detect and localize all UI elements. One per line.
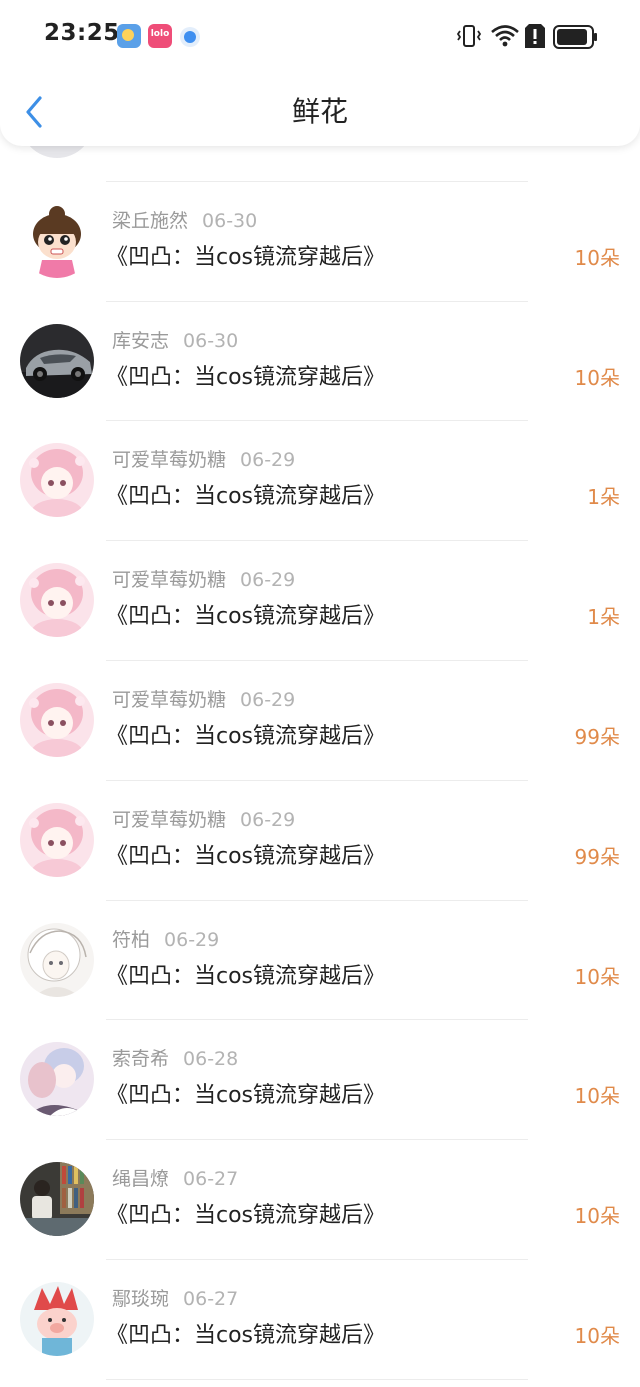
vibrate-icon <box>456 25 482 47</box>
wifi-icon <box>491 25 519 47</box>
avatar[interactable] <box>20 563 94 638</box>
flower-amount: 10朵 <box>574 1323 620 1348</box>
sender-name: 库安志 <box>112 329 170 352</box>
sender-name: 梁丘施然 <box>112 209 189 232</box>
avatar[interactable] <box>20 802 94 877</box>
book-title: 《凹凸：当cos镜流穿越后》 <box>106 364 386 390</box>
gift-date: 06-27 <box>183 1168 239 1191</box>
book-title: 《凹凸：当cos镜流穿越后》 <box>106 1322 386 1348</box>
flower-amount: 99朵 <box>574 724 620 749</box>
flower-amount: 10朵 <box>574 964 620 989</box>
pink-app-icon: lolo <box>148 24 172 48</box>
sender-name: 可爱草莓奶糖 <box>112 688 227 711</box>
sender-name: 绳昌燎 <box>112 1168 170 1191</box>
sender-line: 库安志 06-30 <box>112 326 238 353</box>
avatar[interactable] <box>20 443 94 518</box>
avatar[interactable] <box>20 682 94 757</box>
flower-amount: 10朵 <box>574 1084 620 1109</box>
avatar[interactable] <box>20 1281 94 1356</box>
gift-date: 06-29 <box>240 808 296 831</box>
flower-amount: 99朵 <box>574 844 620 869</box>
avatar[interactable] <box>20 323 94 398</box>
header: 23:25 lolo 鲜花 <box>0 0 640 146</box>
avatar[interactable] <box>20 1042 94 1117</box>
flower-amount: 1朵 <box>587 485 620 510</box>
book-title: 《凹凸：当cos镜流穿越后》 <box>106 604 386 630</box>
gift-date: 06-29 <box>240 688 296 711</box>
alert-icon <box>525 24 545 48</box>
book-title: 《凹凸：当cos镜流穿越后》 <box>106 1203 386 1229</box>
avatar[interactable] <box>20 1162 94 1237</box>
book-title: 《凹凸：当cos镜流穿越后》 <box>106 843 386 869</box>
avatar[interactable] <box>20 203 94 278</box>
sender-line: 梁丘施然 06-30 <box>112 206 257 233</box>
divider <box>106 1378 528 1380</box>
sender-line: 可爱草莓奶糖 06-29 <box>112 805 295 832</box>
page-title: 鲜花 <box>291 95 348 128</box>
book-title: 《凹凸：当cos镜流穿越后》 <box>106 244 386 270</box>
list-item[interactable]: 索奇希 06-28 《凹凸：当cos镜流穿越后》 10朵 <box>0 1020 640 1141</box>
gift-date: 06-28 <box>183 1048 239 1071</box>
sender-line: 鄢琰琬 06-27 <box>112 1284 238 1311</box>
gift-date: 06-30 <box>183 329 239 352</box>
sender-name: 可爱草莓奶糖 <box>112 569 227 592</box>
list-item[interactable]: 可爱草莓奶糖 06-29 《凹凸：当cos镜流穿越后》 1朵 <box>0 541 640 661</box>
sender-name: 可爱草莓奶糖 <box>112 808 227 831</box>
sender-line: 绳昌燎 06-27 <box>112 1164 238 1191</box>
gift-date: 06-29 <box>240 449 296 472</box>
browser-app-icon <box>180 27 200 47</box>
weather-app-icon <box>117 24 141 48</box>
sender-name: 符柏 <box>112 928 151 951</box>
screen: 《凹凸：当cos镜流穿越后》 <box>0 0 640 1387</box>
list-item[interactable]: 符柏 06-29 《凹凸：当cos镜流穿越后》 10朵 <box>0 901 640 1021</box>
book-title: 《凹凸：当cos镜流穿越后》 <box>106 1083 386 1109</box>
sender-name: 鄢琰琬 <box>112 1287 170 1310</box>
gift-date: 06-27 <box>183 1287 239 1310</box>
flower-amount: 10朵 <box>574 1204 620 1229</box>
sender-line: 可爱草莓奶糖 06-29 <box>112 445 295 472</box>
sender-line: 可爱草莓奶糖 06-29 <box>112 565 295 592</box>
battery-icon <box>553 25 597 49</box>
list-item[interactable]: 库安志 06-30 《凹凸：当cos镜流穿越后》 10朵 <box>0 302 640 422</box>
flower-amount: 1朵 <box>587 605 620 630</box>
avatar[interactable] <box>20 922 94 997</box>
gift-date: 06-29 <box>164 928 220 951</box>
gift-date: 06-29 <box>240 569 296 592</box>
list-item[interactable]: 可爱草莓奶糖 06-29 《凹凸：当cos镜流穿越后》 99朵 <box>0 781 640 901</box>
list-item[interactable]: 可爱草莓奶糖 06-29 《凹凸：当cos镜流穿越后》 99朵 <box>0 661 640 781</box>
flower-amount: 10朵 <box>574 365 620 390</box>
book-title: 《凹凸：当cos镜流穿越后》 <box>106 963 386 989</box>
sender-line: 符柏 06-29 <box>112 925 219 952</box>
flower-amount: 10朵 <box>574 245 620 270</box>
gift-list[interactable]: 《凹凸：当cos镜流穿越后》 <box>0 62 640 1380</box>
list-item[interactable]: 鄢琰琬 06-27 《凹凸：当cos镜流穿越后》 10朵 <box>0 1260 640 1380</box>
pink-app-label: lolo <box>150 29 170 39</box>
list-item[interactable]: 梁丘施然 06-30 《凹凸：当cos镜流穿越后》 10朵 <box>0 182 640 302</box>
list-item[interactable]: 可爱草莓奶糖 06-29 《凹凸：当cos镜流穿越后》 1朵 <box>0 421 640 542</box>
status-time: 23:25 <box>44 20 120 46</box>
book-title: 《凹凸：当cos镜流穿越后》 <box>106 723 386 749</box>
status-bar: 23:25 lolo <box>0 0 640 72</box>
sender-line: 索奇希 06-28 <box>112 1044 238 1071</box>
sender-name: 索奇希 <box>112 1048 170 1071</box>
list-item[interactable]: 绳昌燎 06-27 《凹凸：当cos镜流穿越后》 10朵 <box>0 1140 640 1260</box>
book-title: 《凹凸：当cos镜流穿越后》 <box>106 484 386 510</box>
sender-name: 可爱草莓奶糖 <box>112 449 227 472</box>
sender-line: 可爱草莓奶糖 06-29 <box>112 685 295 712</box>
gift-date: 06-30 <box>202 209 258 232</box>
